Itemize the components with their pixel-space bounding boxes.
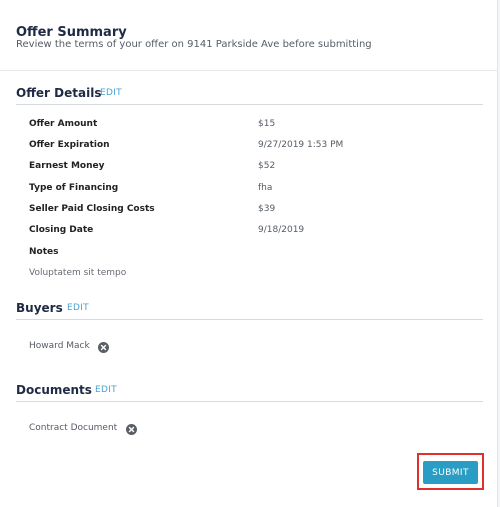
notes-value: Voluptatem sit tempo	[29, 268, 127, 278]
offer-amount-label: Offer Amount	[29, 119, 98, 129]
offer-amount-value: $15	[258, 119, 276, 129]
offer-expiration-value: 9/27/2019 1:53 PM	[258, 140, 344, 150]
offer-details-title: Offer Details	[16, 86, 102, 100]
financing-type-label: Type of Financing	[29, 183, 119, 193]
documents-header: Documents EDIT	[16, 383, 483, 402]
buyers-edit-link[interactable]: EDIT	[67, 303, 89, 313]
offer-details-edit-link[interactable]: EDIT	[100, 88, 122, 98]
document-name: Contract Document	[29, 423, 118, 433]
closing-date-value: 9/18/2019	[258, 225, 305, 235]
earnest-money-value: $52	[258, 161, 276, 171]
seller-closing-costs-value: $39	[258, 204, 276, 214]
page-subtitle: Review the terms of your offer on 9141 P…	[16, 39, 372, 50]
closing-date-label: Closing Date	[29, 225, 94, 235]
summary-header: Offer Summary Review the terms of your o…	[0, 0, 497, 71]
offer-summary-card: Offer Summary Review the terms of your o…	[0, 0, 498, 507]
remove-document-icon[interactable]	[126, 424, 137, 435]
seller-closing-costs-label: Seller Paid Closing Costs	[29, 204, 155, 214]
buyers-header: Buyers EDIT	[16, 301, 483, 320]
remove-buyer-icon[interactable]	[98, 342, 109, 353]
financing-type-value: fha	[258, 183, 273, 193]
page-title: Offer Summary	[16, 25, 127, 40]
offer-expiration-label: Offer Expiration	[29, 140, 110, 150]
notes-label: Notes	[29, 247, 59, 257]
buyers-title: Buyers	[16, 301, 63, 315]
documents-edit-link[interactable]: EDIT	[95, 385, 117, 395]
earnest-money-label: Earnest Money	[29, 161, 105, 171]
offer-details-header: Offer Details EDIT	[16, 86, 483, 105]
submit-button[interactable]: SUBMIT	[423, 461, 478, 484]
documents-title: Documents	[16, 383, 92, 397]
buyer-name: Howard Mack	[29, 341, 90, 351]
